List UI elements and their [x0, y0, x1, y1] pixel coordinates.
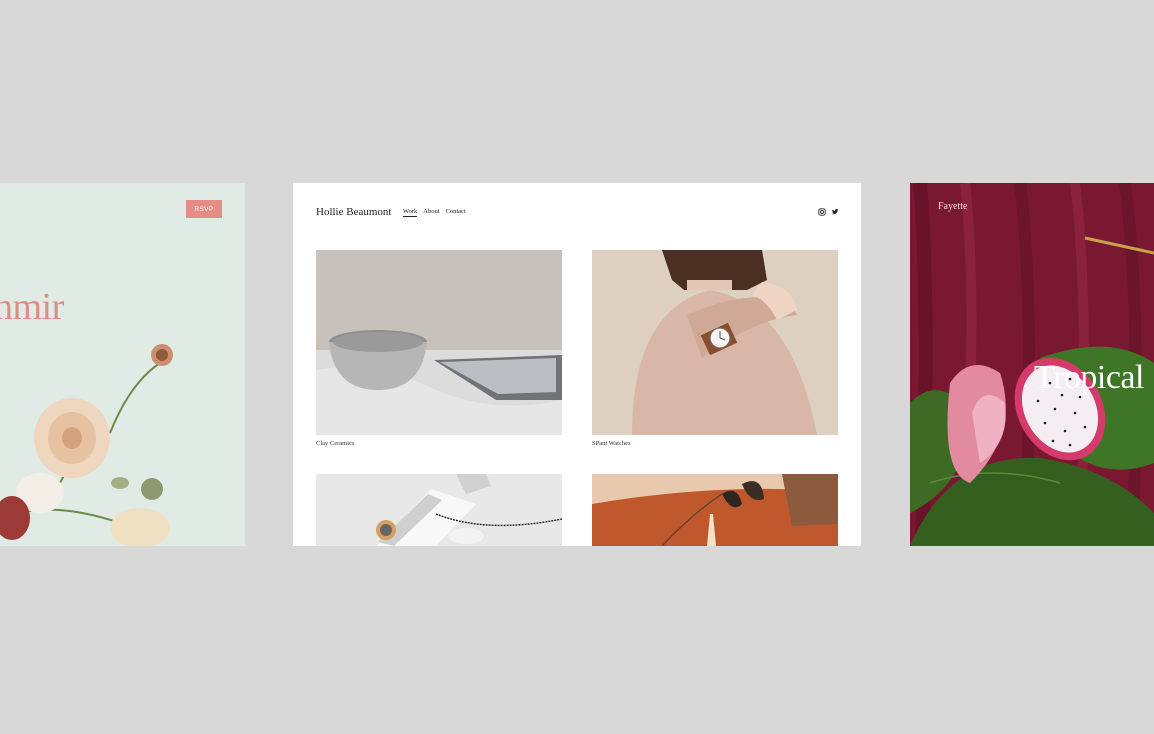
site-title[interactable]: Hollie Beaumont	[316, 206, 391, 218]
instagram-icon[interactable]	[818, 208, 826, 216]
project-tile-clay-ceramics[interactable]	[316, 250, 562, 435]
power-strip-photo	[316, 474, 562, 546]
project-tile-watches[interactable]	[592, 250, 838, 435]
project-tile-power-strip[interactable]	[316, 474, 562, 546]
main-nav: Work About Contact	[403, 208, 466, 217]
project-caption[interactable]: SPant Watches	[592, 440, 631, 447]
hero-title: Tropical	[1034, 359, 1144, 396]
ceramics-photo	[316, 250, 562, 435]
rsvp-button[interactable]: RSVP	[186, 200, 222, 218]
nav-about[interactable]: About	[423, 208, 439, 217]
tropical-template-card[interactable]: Fayette Tropical	[910, 183, 1154, 546]
nav-work[interactable]: Work	[403, 208, 418, 217]
twitter-icon[interactable]	[831, 208, 839, 216]
social-links	[818, 208, 839, 216]
project-tile-plant[interactable]	[592, 474, 838, 546]
flower-illustration	[0, 344, 173, 546]
portfolio-template-card[interactable]: Hollie Beaumont Work About Contact Clay …	[293, 183, 861, 546]
nav-contact[interactable]: Contact	[446, 208, 466, 217]
brand-name[interactable]: Fayette	[938, 201, 967, 212]
wedding-template-card[interactable]: hmir r RSVP	[0, 183, 245, 546]
project-caption[interactable]: Clay Ceramics	[316, 440, 354, 447]
event-title: hmir	[0, 286, 64, 328]
watch-photo	[592, 250, 838, 435]
plant-photo	[592, 474, 838, 546]
